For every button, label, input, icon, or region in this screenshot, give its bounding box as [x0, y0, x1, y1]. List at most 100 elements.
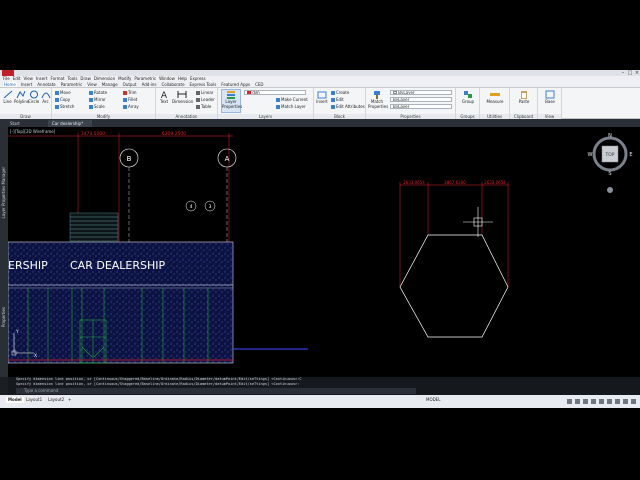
group-icon	[464, 91, 472, 98]
color-dropdown[interactable]: ByLayer	[390, 90, 452, 95]
move-icon	[55, 91, 59, 95]
command-input[interactable]: Type a command	[16, 388, 416, 394]
rotate-button[interactable]: Rotate	[89, 90, 107, 95]
layer-properties-manager-tab[interactable]: Layer Properties Manager	[1, 167, 6, 218]
layout1-tab[interactable]: Layout1	[24, 397, 44, 403]
insert-label: Insert	[316, 99, 328, 104]
dimension-text-left[interactable]: 3473.5000	[81, 131, 105, 137]
sign-text-main[interactable]: CAR DEALERSHIP	[70, 259, 166, 272]
groups-group: Group Groups	[456, 88, 480, 119]
group-tool[interactable]: Group	[458, 90, 478, 104]
tab-featured-apps[interactable]: Featured Apps	[220, 82, 251, 87]
insert-block-icon	[317, 91, 327, 99]
compass-e-label[interactable]: E	[629, 152, 632, 158]
viewcube[interactable]: TOP N S E W	[588, 133, 633, 193]
mirror-button[interactable]: Mirror	[89, 97, 106, 102]
table-icon	[196, 105, 200, 109]
layer-properties-button[interactable]: Layer Properties	[221, 89, 242, 113]
start-tab[interactable]: Start	[6, 120, 44, 127]
workspace-gear-icon[interactable]	[623, 399, 628, 404]
lineweight-dropdown[interactable]: ByLayer	[390, 97, 452, 102]
compass-s-label[interactable]: S	[608, 171, 611, 177]
tab-view[interactable]: View	[86, 82, 98, 87]
line-tool[interactable]: Line	[2, 90, 13, 104]
linear-button[interactable]: Linear	[196, 90, 213, 95]
dimension-tool[interactable]: Dimension	[172, 90, 193, 104]
compass-n-label[interactable]: N	[608, 133, 612, 139]
make-current-button[interactable]: Make Current	[276, 97, 308, 102]
ortho-toggle-icon[interactable]	[583, 399, 588, 404]
marker-label-1: 4	[190, 204, 193, 210]
drawing-viewport[interactable]: [-][Top][2D Wireframe] 3473.5000 6209.25…	[7, 127, 640, 377]
table-button[interactable]: Table	[196, 104, 211, 109]
leader-label: Leader	[201, 97, 215, 102]
marker-label-2: 3	[209, 204, 212, 210]
array-button[interactable]: Array	[123, 104, 139, 109]
insert-block-tool[interactable]: Insert	[316, 90, 328, 104]
hex-dimension-text-1[interactable]: 2633.0654	[403, 180, 425, 185]
layer-dropdown[interactable]: dim	[244, 90, 306, 95]
compass-w-label[interactable]: W	[588, 152, 593, 158]
grid-toggle-icon[interactable]	[567, 399, 572, 404]
drawing-canvas[interactable]: [-][Top][2D Wireframe] 3473.5000 6209.25…	[7, 127, 640, 377]
stretch-button[interactable]: Stretch	[55, 104, 74, 109]
car-dealership-tab[interactable]: Car dealership*	[48, 120, 92, 127]
match-properties-label: Match Properties	[368, 99, 389, 109]
tab-annotate[interactable]: Annotate	[36, 82, 56, 87]
polar-toggle-icon[interactable]	[591, 399, 596, 404]
edit-block-button[interactable]: Edit	[331, 97, 344, 102]
move-button[interactable]: Move	[55, 90, 71, 95]
customize-menu-icon[interactable]	[631, 399, 636, 404]
hexagon-shape[interactable]	[399, 234, 509, 338]
match-properties-tool[interactable]: Match Properties	[368, 90, 389, 109]
circle-tool[interactable]: Circle	[28, 90, 39, 104]
linetype-dropdown[interactable]: ByLayer	[390, 104, 452, 109]
properties-palette-tab[interactable]: Properties	[1, 307, 6, 327]
hexagon-dimension-chain[interactable]	[399, 182, 509, 287]
create-block-button[interactable]: Create	[331, 90, 349, 95]
text-tool[interactable]: A Text	[159, 90, 169, 104]
base-view-tool[interactable]: Base	[540, 90, 560, 104]
clipboard-group: Paste Clipboard	[510, 88, 538, 119]
hex-dimension-text-3[interactable]: 2633.0654	[484, 180, 506, 185]
tab-manage[interactable]: Manage	[101, 82, 119, 87]
tab-output[interactable]: Output	[122, 82, 138, 87]
tab-home[interactable]: Home	[3, 82, 17, 87]
text-icon: A	[161, 91, 168, 99]
tab-parametric[interactable]: Parametric	[60, 82, 84, 87]
hex-dimension-text-2[interactable]: 3867.6300	[444, 180, 466, 185]
paste-tool[interactable]: Paste	[513, 90, 535, 104]
tab-express-tools[interactable]: Express Tools	[189, 82, 218, 87]
dimension-text-right[interactable]: 6209.2500	[162, 131, 186, 137]
fillet-button[interactable]: Fillet	[123, 97, 137, 102]
lineweight-toggle-icon[interactable]	[607, 399, 612, 404]
edit-attributes-icon	[331, 105, 335, 109]
tab-insert[interactable]: Insert	[20, 82, 33, 87]
polyline-tool[interactable]: Polyline	[14, 90, 29, 104]
roof-louvre-block[interactable]	[69, 212, 119, 242]
osnap-toggle-icon[interactable]	[599, 399, 604, 404]
match-layer-button[interactable]: Match Layer	[276, 104, 306, 109]
copy-button[interactable]: Copy	[55, 97, 70, 102]
ucs-menu-icon[interactable]	[607, 187, 613, 193]
annotation-scale-icon[interactable]	[615, 399, 620, 404]
leader-button[interactable]: Leader	[196, 97, 215, 102]
scale-button[interactable]: Scale	[89, 104, 105, 109]
tab-addins[interactable]: Add-ins	[141, 82, 158, 87]
tab-collaborate[interactable]: Collaborate	[161, 82, 186, 87]
trim-button[interactable]: Trim	[123, 90, 137, 95]
viewport-controls-label[interactable]: [-][Top][2D Wireframe]	[10, 129, 56, 134]
sign-text-left[interactable]: ERSHIP	[8, 259, 48, 272]
base-label: Base	[545, 99, 555, 104]
edit-block-icon	[331, 98, 335, 102]
arc-tool[interactable]: Arc	[40, 90, 51, 104]
snap-toggle-icon[interactable]	[575, 399, 580, 404]
model-tab[interactable]: Model	[6, 397, 24, 403]
model-space-indicator[interactable]: MODEL	[424, 397, 442, 403]
add-layout-button[interactable]: +	[66, 397, 73, 403]
tab-ced[interactable]: CED	[254, 82, 264, 87]
edit-attributes-button[interactable]: Edit Attributes	[331, 104, 365, 109]
move-label: Move	[60, 90, 71, 95]
measure-tool[interactable]: Measure	[483, 90, 507, 104]
layout2-tab[interactable]: Layout2	[46, 397, 66, 403]
